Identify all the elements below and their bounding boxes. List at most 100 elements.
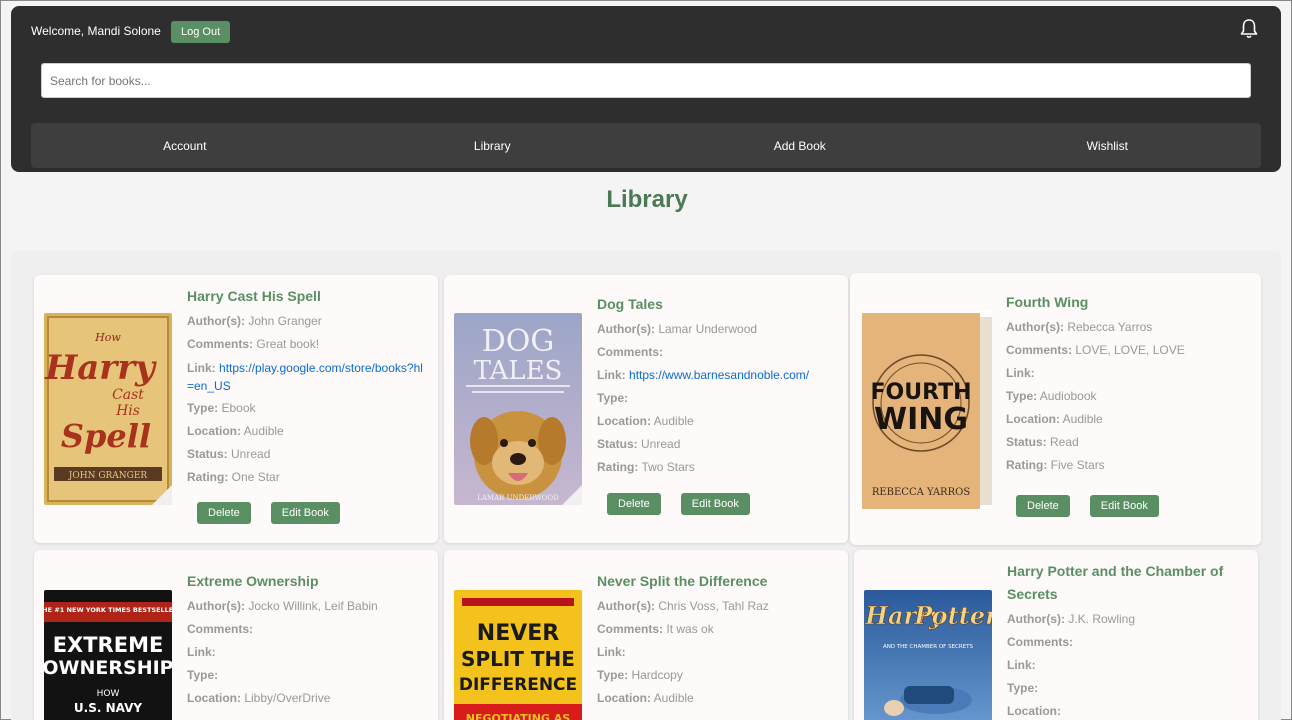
book-link[interactable]: https://www.barnesandnoble.com/ — [629, 368, 809, 382]
status-value: Unread — [231, 447, 271, 461]
type-label: Type: — [597, 391, 629, 405]
welcome-text: Welcome, Mandi Solone — [31, 24, 161, 38]
book-cover[interactable]: How Harry Cast His Spell JOHN GRANGER — [44, 313, 172, 505]
book-cover[interactable]: DOG TALES LAMAR UNDERWOOD — [454, 313, 582, 505]
book-title[interactable]: Dog Tales — [597, 293, 838, 316]
svg-text:Cast: Cast — [112, 387, 144, 403]
book-info: Fourth Wing Author(s): Rebecca Yarros Co… — [1006, 291, 1251, 477]
authors-label: Author(s): — [597, 322, 655, 336]
book-cover[interactable]: THE #1 NEW YORK TIMES BESTSELLER EXTREME… — [44, 590, 172, 720]
link-label: Link: — [597, 645, 626, 659]
book-card: NEVER SPLIT THE DIFFERENCE NEGOTIATING A… — [444, 550, 848, 720]
type-value: Hardcopy — [631, 668, 683, 682]
authors-label: Author(s): — [187, 314, 245, 328]
authors-label: Author(s): — [1006, 320, 1064, 334]
book-card: FOURTH WING REBECCA YARROS Fourth Wing A… — [850, 273, 1261, 545]
comments-label: Comments: — [187, 622, 254, 636]
location-value: Audible — [653, 691, 694, 705]
rating-value: Two Stars — [641, 460, 695, 474]
delete-button[interactable]: Delete — [197, 502, 251, 524]
book-title[interactable]: Harry Potter and the Chamber of Secrets — [1007, 560, 1248, 606]
book-card: THE #1 NEW YORK TIMES BESTSELLER EXTREME… — [34, 550, 438, 720]
svg-text:SPLIT THE: SPLIT THE — [461, 647, 575, 671]
link-label: Link: — [597, 368, 626, 382]
book-card: DOG TALES LAMAR UNDERWOOD Dog Tales Auth… — [444, 275, 848, 543]
location-value: Audible — [653, 414, 694, 428]
authors-value: Chris Voss, Tahl Raz — [658, 599, 769, 613]
type-label: Type: — [1006, 389, 1038, 403]
rating-value: Five Stars — [1050, 458, 1105, 472]
book-link[interactable]: https://play.google.com/store/books?hl=e… — [187, 361, 423, 393]
book-card: How Harry Cast His Spell JOHN GRANGER Ha… — [34, 275, 438, 543]
svg-text:TALES: TALES — [474, 356, 563, 386]
authors-value: Jocko Willink, Leif Babin — [248, 599, 378, 613]
comments-label: Comments: — [1006, 343, 1073, 357]
comments-value: LOVE, LOVE, LOVE — [1075, 343, 1185, 357]
link-label: Link: — [1007, 658, 1036, 672]
location-value: Audible — [1062, 412, 1103, 426]
location-label: Location: — [1007, 704, 1061, 718]
book-title[interactable]: Fourth Wing — [1006, 291, 1251, 314]
svg-text:WING: WING — [874, 402, 968, 437]
svg-text:U.S. NAVY: U.S. NAVY — [74, 701, 142, 715]
book-card: Harry Potter AND THE CHAMBER OF SECRETS … — [854, 550, 1258, 720]
bell-icon[interactable] — [1239, 18, 1259, 40]
edit-book-button[interactable]: Edit Book — [270, 502, 340, 524]
type-value: Audiobook — [1039, 389, 1097, 403]
svg-text:OWNERSHIP: OWNERSHIP — [44, 657, 172, 679]
edit-book-button[interactable]: Edit Book — [1089, 495, 1159, 517]
book-cover[interactable]: NEVER SPLIT THE DIFFERENCE NEGOTIATING A… — [454, 590, 582, 720]
type-label: Type: — [187, 401, 219, 415]
link-label: Link: — [187, 645, 216, 659]
status-value: Unread — [641, 437, 681, 451]
comments-label: Comments: — [597, 345, 664, 359]
rating-label: Rating: — [597, 460, 639, 474]
svg-text:NEGOTIATING AS: NEGOTIATING AS — [466, 712, 571, 720]
location-label: Location: — [1006, 412, 1060, 426]
location-label: Location: — [187, 424, 241, 438]
logout-button[interactable]: Log Out — [171, 21, 231, 43]
delete-button[interactable]: Delete — [1016, 495, 1070, 517]
comments-value: It was ok — [666, 622, 714, 636]
authors-value: J.K. Rowling — [1068, 612, 1136, 626]
book-title[interactable]: Extreme Ownership — [187, 570, 428, 593]
nav-wishlist[interactable]: Wishlist — [954, 123, 1262, 168]
authors-label: Author(s): — [1007, 612, 1065, 626]
comments-label: Comments: — [187, 337, 254, 351]
book-cover[interactable]: Harry Potter AND THE CHAMBER OF SECRETS — [864, 590, 992, 720]
svg-text:LAMAR UNDERWOOD: LAMAR UNDERWOOD — [477, 494, 559, 502]
svg-text:Potter: Potter — [913, 601, 992, 630]
edit-book-button[interactable]: Edit Book — [680, 493, 750, 515]
authors-label: Author(s): — [187, 599, 245, 613]
status-value: Read — [1050, 435, 1079, 449]
nav-add-book[interactable]: Add Book — [646, 123, 954, 168]
rating-label: Rating: — [1006, 458, 1048, 472]
card-actions: Delete Edit Book — [1016, 495, 1159, 517]
card-actions: Delete Edit Book — [607, 493, 750, 515]
status-label: Status: — [187, 447, 228, 461]
book-info: Harry Potter and the Chamber of Secrets … — [1007, 560, 1248, 720]
comments-label: Comments: — [597, 622, 664, 636]
authors-value: Rebecca Yarros — [1067, 320, 1153, 334]
book-title[interactable]: Never Split the Difference — [597, 570, 838, 593]
location-label: Location: — [597, 414, 651, 428]
page-title: Library — [606, 186, 688, 213]
nav-library[interactable]: Library — [339, 123, 647, 168]
search-input[interactable]: Search for books... — [41, 63, 1251, 98]
svg-text:Spell: Spell — [61, 417, 151, 455]
authors-value: Lamar Underwood — [658, 322, 758, 336]
rating-label: Rating: — [187, 470, 229, 484]
book-title[interactable]: Harry Cast His Spell — [187, 285, 428, 308]
book-cover[interactable]: FOURTH WING REBECCA YARROS — [860, 311, 992, 509]
svg-text:AND THE CHAMBER OF SECRETS: AND THE CHAMBER OF SECRETS — [883, 644, 974, 650]
book-info: Never Split the Difference Author(s): Ch… — [597, 570, 838, 710]
location-label: Location: — [597, 691, 651, 705]
svg-text:JOHN GRANGER: JOHN GRANGER — [68, 471, 148, 481]
search-placeholder: Search for books... — [50, 73, 151, 88]
delete-button[interactable]: Delete — [607, 493, 661, 515]
nav-account[interactable]: Account — [31, 123, 339, 168]
main-nav: Account Library Add Book Wishlist — [31, 123, 1261, 168]
svg-text:THE #1 NEW YORK TIMES BESTSELL: THE #1 NEW YORK TIMES BESTSELLER — [44, 606, 172, 614]
svg-text:EXTREME: EXTREME — [53, 633, 164, 657]
comments-label: Comments: — [1007, 635, 1074, 649]
